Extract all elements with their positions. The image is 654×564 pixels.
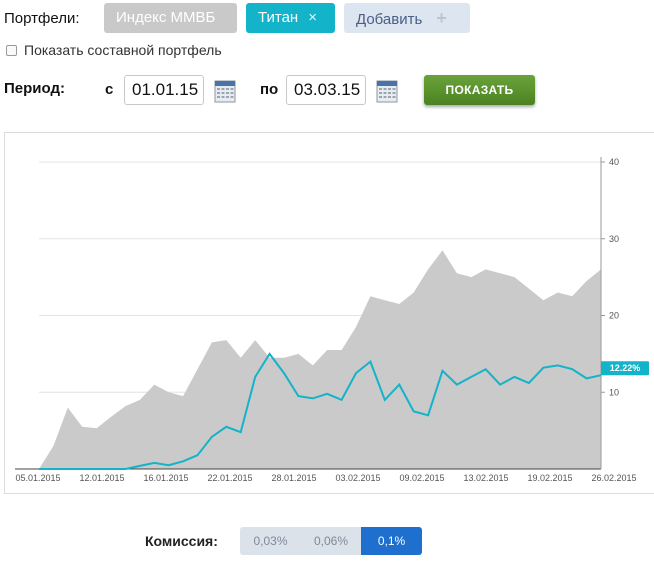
close-icon[interactable]: × [308,9,317,26]
add-portfolio-button[interactable]: Добавить + [344,3,470,33]
portfolio-chip-index[interactable]: Индекс ММВБ [104,3,237,33]
commission-option-01[interactable]: 0,1% [361,527,422,555]
x-tick-label: 26.02.2015 [591,473,636,483]
area-series [39,250,601,469]
composite-label: Показать составной портфель [24,42,222,58]
y-tick-label: 20 [609,311,619,321]
y-tick-label: 10 [609,387,619,397]
chart-panel: 10 20 30 40 05.01.2015 12.01.2015 16.01.2015 22… [4,132,654,494]
x-tick-label: 03.02.2015 [335,473,380,483]
plus-icon: + [436,8,447,28]
calendar-icon[interactable] [376,79,398,103]
portfolios-label: Портфели: [4,10,80,27]
portfolio-chip-label: Титан [258,9,299,26]
x-tick-label: 16.01.2015 [143,473,188,483]
from-date-input[interactable]: 01.01.15 [124,75,204,105]
portfolio-chip-label: Индекс ММВБ [116,9,216,26]
x-tick-label: 05.01.2015 [15,473,60,483]
commission-label: Комиссия: [145,533,218,549]
y-tick-label: 40 [609,157,619,167]
current-value-label: 12.22% [610,363,641,373]
x-tick-label: 12.01.2015 [79,473,124,483]
to-label: по [260,81,279,98]
portfolio-chart: 10 20 30 40 05.01.2015 12.01.2015 16.01.2015 22… [15,157,649,483]
x-tick-label: 28.01.2015 [271,473,316,483]
x-tick-label: 19.02.2015 [527,473,572,483]
period-label: Период: [4,80,65,97]
portfolio-chip-titan[interactable]: Титан × [246,3,335,33]
to-date-input[interactable]: 03.03.15 [286,75,366,105]
current-value-badge: 12.22% [601,361,649,376]
composite-checkbox[interactable] [6,45,17,56]
y-tick-label: 30 [609,234,619,244]
calendar-icon[interactable] [214,79,236,103]
from-label: с [105,81,114,98]
commission-option-003[interactable]: 0,03% [240,527,301,555]
add-portfolio-label: Добавить [356,11,423,28]
commission-option-006[interactable]: 0,06% [301,527,361,555]
x-tick-label: 22.01.2015 [207,473,252,483]
x-tick-label: 13.02.2015 [463,473,508,483]
x-tick-label: 09.02.2015 [399,473,444,483]
show-button[interactable]: ПОКАЗАТЬ [424,75,535,105]
